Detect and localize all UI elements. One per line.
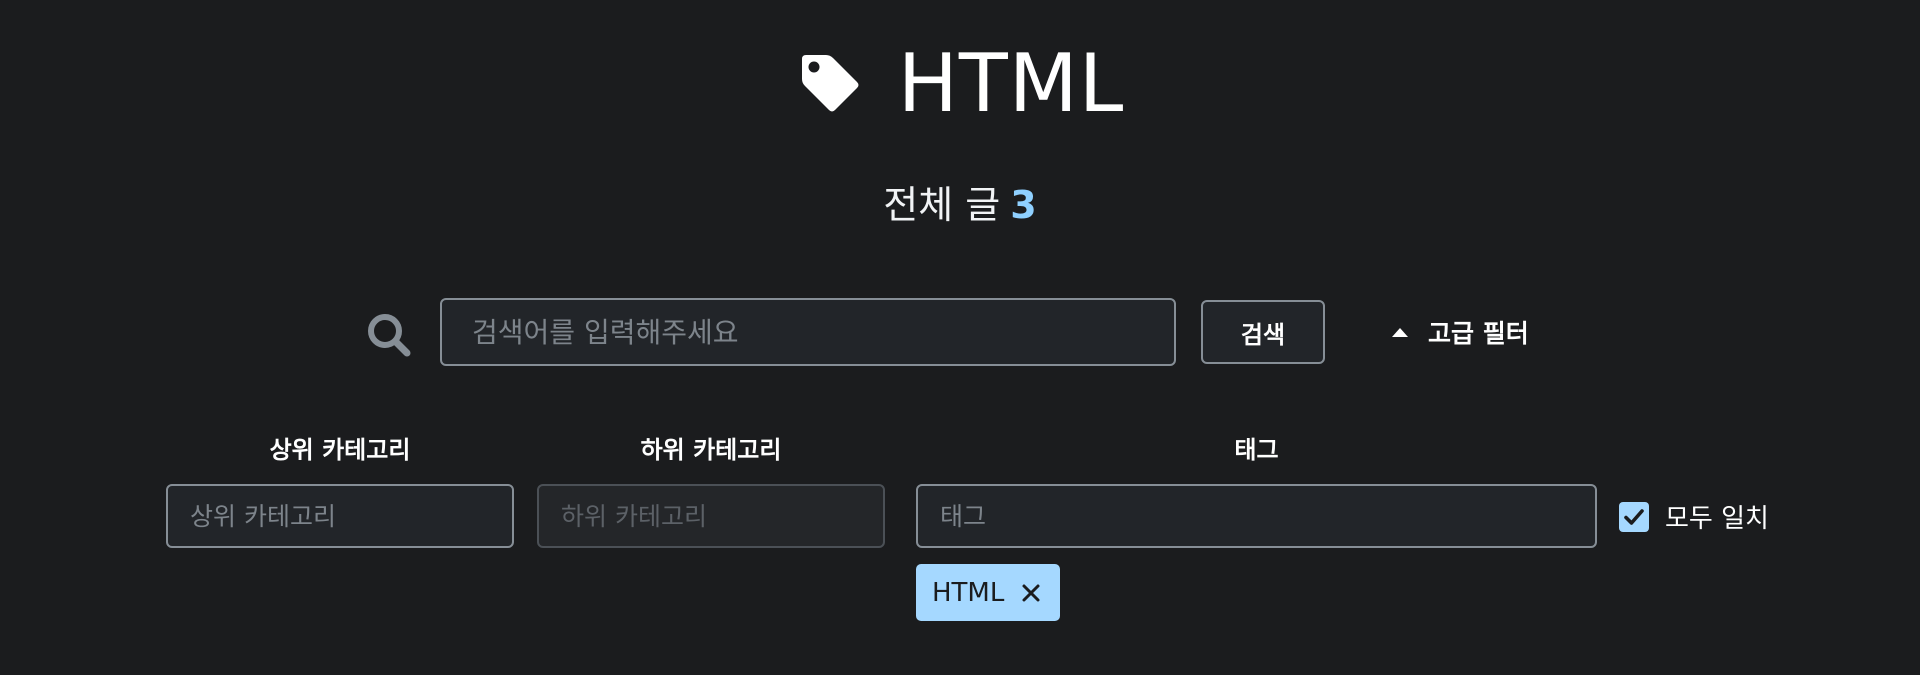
match-all-option[interactable]: 모두 일치 — [1619, 498, 1769, 535]
title-row: HTML — [0, 44, 1920, 124]
page-title: HTML — [897, 37, 1125, 130]
post-count: 전체 글3 — [0, 174, 1920, 229]
selected-tag-label: HTML — [932, 577, 1005, 608]
parent-category-label: 상위 카테고리 — [269, 436, 411, 464]
tag-page: HTML 전체 글3 검색 고급 필터 상위 카테고리 하위 카테고리 태그 모… — [0, 0, 1920, 675]
search-icon — [368, 314, 411, 357]
advanced-filter-label: 고급 필터 — [1428, 319, 1529, 348]
parent-category-input[interactable] — [166, 484, 514, 548]
check-icon — [1624, 508, 1644, 525]
advanced-filter-toggle[interactable]: 고급 필터 — [1392, 312, 1529, 352]
sub-category-label: 하위 카테고리 — [640, 436, 782, 464]
match-all-checkbox[interactable] — [1619, 501, 1649, 532]
search-input[interactable] — [440, 298, 1176, 366]
search-button[interactable]: 검색 — [1201, 300, 1325, 364]
sub-category-input — [537, 484, 885, 548]
post-count-value: 3 — [1010, 183, 1037, 227]
tag-icon — [801, 55, 859, 112]
caret-up-icon — [1392, 327, 1408, 337]
selected-tag-chip: HTML — [916, 564, 1061, 621]
post-count-label: 전체 글 — [883, 183, 1001, 227]
close-icon[interactable] — [1020, 582, 1042, 604]
tag-label: 태그 — [1234, 436, 1279, 464]
tag-input[interactable] — [916, 484, 1597, 548]
match-all-label: 모두 일치 — [1665, 504, 1769, 534]
